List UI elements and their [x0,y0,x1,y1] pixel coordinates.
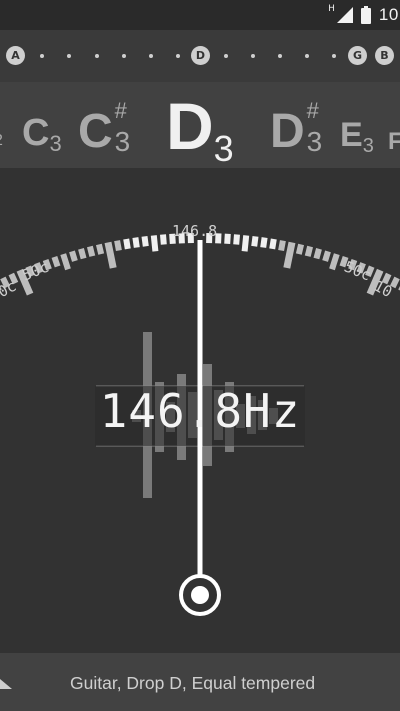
gauge-tick [313,248,322,260]
note-c-sharp-3-sharp: # [114,98,127,123]
note-c3[interactable]: C3 [22,112,62,156]
needle-pivot-dot [191,586,209,604]
gauge-tick [241,235,250,252]
gauge-tick [160,234,167,245]
gauge-tick [283,241,296,269]
note-d3-selected[interactable]: D3 [166,88,234,169]
note-c-sharp-3[interactable]: C # 3 [78,98,133,159]
note-strip-dot [332,54,336,58]
note-strip-dot [176,54,180,58]
note-e3-octave: 3 [362,135,374,157]
gauge-tick [132,237,140,248]
gauge-tick [304,245,314,257]
note-strip-dot [67,54,71,58]
status-icons: H 10: [328,4,400,25]
gauge-tick [278,240,286,252]
network-type-icon: H [328,4,335,14]
gauge-tick [95,243,105,255]
note-strip-dot [305,54,309,58]
note-d3-name: D [166,89,214,163]
tuning-selector-bar[interactable]: Guitar, Drop D, Equal tempered [0,653,400,711]
note-strip-dot [40,54,44,58]
gauge-target-frequency: 146.8 [172,222,218,240]
tuning-description[interactable]: Guitar, Drop D, Equal tempered [70,673,315,694]
tuner-screen: H 10: A D G B 2 C3 C # 3 [0,0,400,711]
note-marker-g[interactable]: G [348,46,367,65]
note-d-sharp-3-octave: 3 [306,126,323,157]
gauge-tick [69,250,78,262]
status-bar: H 10: [0,0,400,30]
expand-corner-icon[interactable] [0,679,12,689]
notes-row[interactable]: 2 C3 C # 3 D3 D # 3 E3 F [0,82,400,169]
note-e3-name: E [340,116,363,154]
gauge-tick [51,255,61,268]
note-d3-octave: 3 [213,128,234,169]
gauge-tick [295,243,305,255]
gauge-tick [251,236,259,247]
note-c-sharp-3-name: C [78,105,113,158]
gauge-tick [150,235,159,252]
note-strip-dot [95,54,99,58]
note-marker-a[interactable]: A [6,46,25,65]
gauge-tick [86,245,96,257]
gauge-tick [260,237,268,248]
battery-icon [360,6,371,24]
signal-icon [336,7,353,23]
frequency-readout: 146.8Hz [99,384,301,438]
note-d-sharp-3[interactable]: D # 3 [270,98,325,159]
note-marker-d[interactable]: D [191,46,210,65]
gauge-tick [78,248,87,260]
note-c-sharp-3-octave: 3 [114,126,131,157]
gauge-tick [224,233,231,244]
gauge-tick [269,238,277,250]
note-strip-dot [122,54,126,58]
note-offscreen-left: 2 [0,132,3,150]
gauge-tick [114,240,122,252]
gauge-tick [322,250,331,262]
note-marker-b[interactable]: B [375,46,394,65]
gauge-tick [123,238,131,250]
note-c3-name: C [22,112,50,154]
note-c3-octave: 3 [49,131,62,156]
gauge-tick [329,253,340,271]
note-d-sharp-3-name: D [270,105,305,158]
note-f-partial[interactable]: F [388,128,400,156]
note-e3[interactable]: E3 [340,116,374,157]
gauge-tick [233,234,240,245]
note-strip-dot [149,54,153,58]
note-strip-dot [251,54,255,58]
note-f-name: F [388,128,400,155]
gauge-tick [60,253,71,271]
status-time: 10: [378,5,400,24]
note-strip[interactable]: A D G B [0,30,400,82]
note-strip-dot [278,54,282,58]
gauge-tick [141,236,149,247]
gauge-tick [104,241,117,269]
note-strip-dot [224,54,228,58]
note-d-sharp-3-sharp: # [306,98,319,123]
